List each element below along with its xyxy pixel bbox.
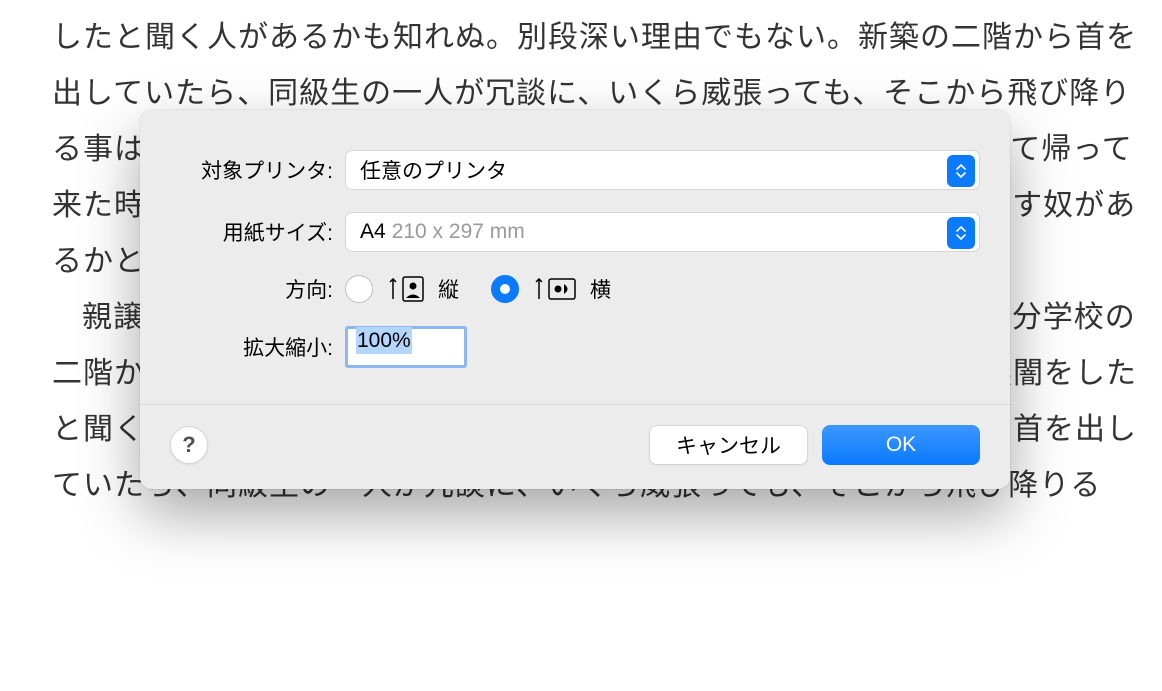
paper-size-label: 用紙サイズ: [170, 217, 345, 247]
paper-size-row: 用紙サイズ: A4 210 x 297 mm [170, 212, 980, 252]
help-icon: ? [182, 432, 195, 458]
printer-row: 対象プリンタ: 任意のプリンタ [170, 150, 980, 190]
dialog-footer: ? キャンセル OK [140, 404, 1010, 489]
dialog-body: 対象プリンタ: 任意のプリンタ 用紙サイズ: A4 210 x 297 mm [140, 110, 1010, 404]
dropdown-arrows-icon [947, 155, 975, 187]
printer-select[interactable]: 任意のプリンタ [345, 150, 980, 190]
orientation-group: 縦 横 [345, 274, 629, 304]
landscape-icon [533, 278, 576, 300]
scale-label: 拡大縮小: [170, 332, 345, 362]
portrait-icon [387, 276, 424, 302]
printer-value: 任意のプリンタ [360, 155, 507, 185]
orientation-label: 方向: [170, 274, 345, 304]
dropdown-arrows-icon [947, 217, 975, 249]
page-setup-dialog: 対象プリンタ: 任意のプリンタ 用紙サイズ: A4 210 x 297 mm [140, 110, 1010, 489]
ok-button[interactable]: OK [822, 425, 980, 465]
cancel-button[interactable]: キャンセル [649, 425, 808, 465]
paper-size-select[interactable]: A4 210 x 297 mm [345, 212, 980, 252]
orientation-landscape-label: 横 [590, 274, 611, 304]
scale-value: 100% [356, 327, 412, 354]
paper-size-dimensions: 210 x 297 mm [392, 220, 525, 244]
orientation-row: 方向: 縦 横 [170, 274, 980, 304]
scale-input[interactable]: 100% [345, 326, 467, 368]
orientation-portrait-label: 縦 [438, 274, 459, 304]
dialog-overlay: 対象プリンタ: 任意のプリンタ 用紙サイズ: A4 210 x 297 mm [0, 0, 1162, 691]
printer-label: 対象プリンタ: [170, 155, 345, 185]
scale-row: 拡大縮小: 100% [170, 326, 980, 368]
help-button[interactable]: ? [170, 426, 208, 464]
paper-size-value: A4 [360, 220, 386, 244]
orientation-landscape-radio[interactable] [491, 275, 519, 303]
orientation-portrait-radio[interactable] [345, 275, 373, 303]
